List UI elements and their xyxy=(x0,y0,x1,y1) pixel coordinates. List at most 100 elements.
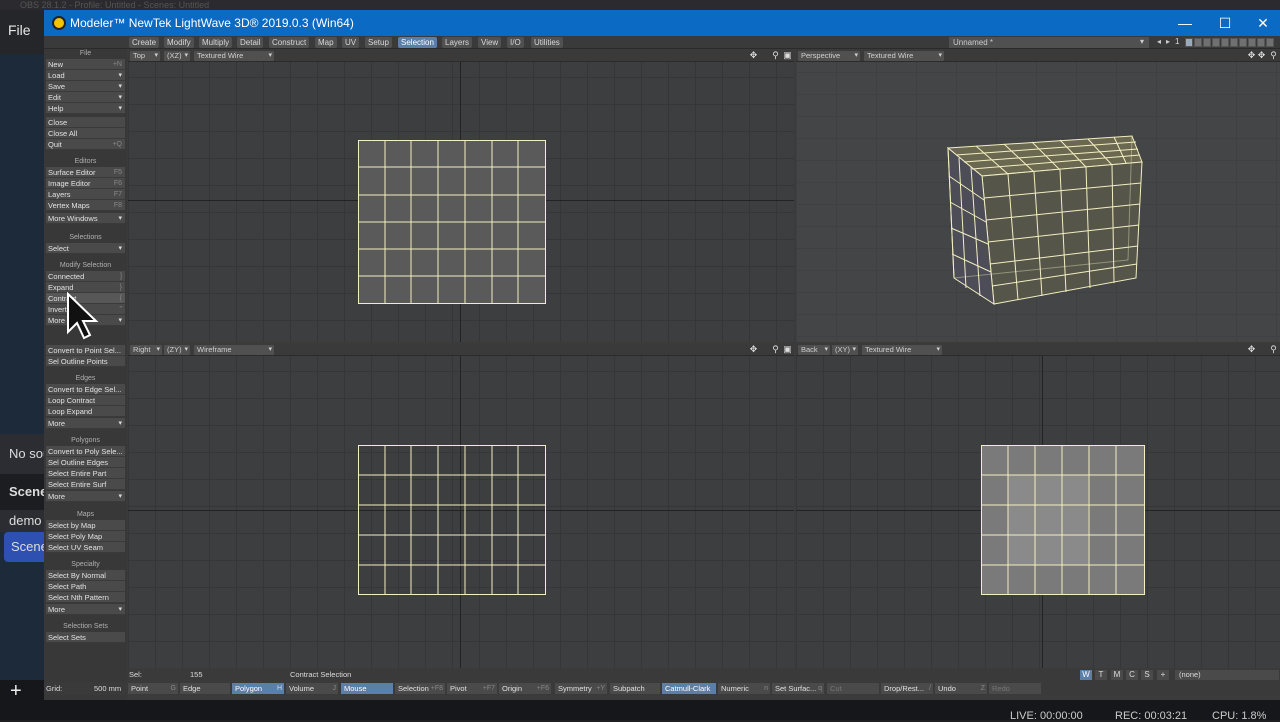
toolbar-item-convert-to-edge-sel[interactable]: Convert to Edge Sel... xyxy=(46,384,125,395)
render-mode-dropdown[interactable]: Wireframe xyxy=(194,345,274,355)
polygon-mode-button[interactable]: Polygon H xyxy=(232,683,284,694)
set-surface-button[interactable]: Set Surfac... q xyxy=(772,683,824,694)
surface-dropdown[interactable]: (none) xyxy=(1175,670,1279,680)
toolbar-item-select-entire-part[interactable]: Select Entire Part xyxy=(46,468,125,479)
wtmcs-t-button[interactable]: T xyxy=(1095,670,1107,680)
layer-prev-icon[interactable]: ◂ xyxy=(1157,37,1161,46)
catmull-clark-dropdown[interactable]: Catmull-Clark xyxy=(662,683,716,694)
toolbar-item-select-by-normal[interactable]: Select By Normal xyxy=(46,570,125,581)
layer-box-1[interactable] xyxy=(1185,38,1193,47)
zoom-icon[interactable]: ⚲ xyxy=(770,50,781,61)
view-type-dropdown[interactable]: Back xyxy=(798,345,830,355)
layer-box-6[interactable] xyxy=(1230,38,1238,47)
tab-multiply[interactable]: Multiply xyxy=(199,37,233,48)
layer-box-10[interactable] xyxy=(1266,38,1274,47)
toolbar-item-help[interactable]: Help ▾ xyxy=(46,103,125,114)
maximize-viewport-icon[interactable]: ▣ xyxy=(782,50,793,61)
layer-box-4[interactable] xyxy=(1212,38,1220,47)
toolbar-item-close[interactable]: Close xyxy=(46,117,125,128)
toolbar-item-surface-editor[interactable]: Surface Editor F5 xyxy=(46,167,125,178)
tab-selection[interactable]: Selection xyxy=(398,37,437,48)
symmetry-button[interactable]: Symmetry +Y xyxy=(555,683,607,694)
wtmcs-s-button[interactable]: S xyxy=(1141,670,1153,680)
zoom-icon[interactable]: ⚲ xyxy=(770,344,781,355)
toolbar-item-quit[interactable]: Quit +Q xyxy=(46,139,125,150)
render-mode-dropdown[interactable]: Textured Wire xyxy=(864,51,944,61)
close-button[interactable]: ✕ xyxy=(1240,10,1280,36)
zoom-icon[interactable]: ⚲ xyxy=(1268,344,1279,355)
move-view-icon[interactable]: ✥ xyxy=(748,50,759,61)
toolbar-item-convert-to-point-sel[interactable]: Convert to Point Sel... xyxy=(46,345,125,356)
toolbar-item-select-poly-map[interactable]: Select Poly Map xyxy=(46,531,125,542)
obs-scene-item-selected[interactable]: Scene xyxy=(4,532,48,562)
rotate-view-icon[interactable]: ✥ xyxy=(1256,50,1267,61)
layer-box-3[interactable] xyxy=(1203,38,1211,47)
toolbar-item-close-all[interactable]: Close All xyxy=(46,128,125,139)
toolbar-item-edges-more[interactable]: More ▾ xyxy=(46,418,125,429)
wtmcs-w-button[interactable]: W xyxy=(1080,670,1092,680)
numeric-button[interactable]: Numeric n xyxy=(718,683,770,694)
volume-mode-button[interactable]: Volume J xyxy=(286,683,338,694)
render-mode-dropdown[interactable]: Textured Wire xyxy=(862,345,942,355)
viewport-right[interactable]: Right (ZY) Wireframe ✥ ⚲ ▣ xyxy=(128,344,794,668)
layer-name-dropdown[interactable]: Unnamed * xyxy=(949,37,1149,48)
tab-construct[interactable]: Construct xyxy=(269,37,310,48)
tab-map[interactable]: Map xyxy=(315,37,337,48)
viewport-top[interactable]: Top (XZ) Textured Wire ✥ ⚲ ▣ xyxy=(128,50,794,342)
toolbar-item-connected[interactable]: Connected] xyxy=(46,271,125,282)
toolbar-item-sel-outline-points[interactable]: Sel Outline Points xyxy=(46,356,125,367)
toolbar-item-sel-outline-edges[interactable]: Sel Outline Edges xyxy=(46,457,125,468)
toolbar-item-layers[interactable]: Layers F7 xyxy=(46,189,125,200)
selection-action-button[interactable]: Selection +F8 xyxy=(395,683,445,694)
toolbar-item-loop-contract[interactable]: Loop Contract xyxy=(46,395,125,406)
view-type-dropdown[interactable]: Top xyxy=(130,51,160,61)
toolbar-item-new[interactable]: New +N xyxy=(46,59,125,70)
render-mode-dropdown[interactable]: Textured Wire xyxy=(194,51,274,61)
toolbar-item-select-by-map[interactable]: Select by Map xyxy=(46,520,125,531)
tab-layers[interactable]: Layers xyxy=(442,37,473,48)
toolbar-item-select-path[interactable]: Select Path xyxy=(46,581,125,592)
layer-box-8[interactable] xyxy=(1248,38,1256,47)
redo-button[interactable]: Redo xyxy=(989,683,1041,694)
origin-action-button[interactable]: Origin +F6 xyxy=(499,683,551,694)
toolbar-item-specialty-more[interactable]: More ▾ xyxy=(46,604,125,615)
toolbar-item-edit[interactable]: Edit ▾ xyxy=(46,92,125,103)
undo-button[interactable]: Undo Z xyxy=(935,683,987,694)
toolbar-item-save[interactable]: Save ▾ xyxy=(46,81,125,92)
toolbar-item-polygons-more[interactable]: More ▾ xyxy=(46,491,125,502)
drop-restore-button[interactable]: Drop/Rest... / xyxy=(881,683,933,694)
tab-setup[interactable]: Setup xyxy=(365,37,392,48)
toolbar-item-select[interactable]: Select ▾ xyxy=(46,243,125,254)
wtmcs-m-button[interactable]: M xyxy=(1111,670,1123,680)
view-axis-dropdown[interactable]: (ZY) xyxy=(164,345,190,355)
toolbar-item-more-windows[interactable]: More Windows ▾ xyxy=(46,213,125,224)
obs-add-icon[interactable]: + xyxy=(10,680,22,703)
subpatch-button[interactable]: Subpatch xyxy=(610,683,660,694)
layer-box-7[interactable] xyxy=(1239,38,1247,47)
cut-button[interactable]: Cut xyxy=(827,683,879,694)
tab-view[interactable]: View xyxy=(478,37,502,48)
tab-detail[interactable]: Detail xyxy=(237,37,264,48)
view-type-dropdown[interactable]: Perspective xyxy=(798,51,860,61)
tab-uv[interactable]: UV xyxy=(342,37,360,48)
view-type-dropdown[interactable]: Right xyxy=(130,345,162,355)
tab-modify[interactable]: Modify xyxy=(164,37,194,48)
layer-box-9[interactable] xyxy=(1257,38,1265,47)
toolbar-item-vertex-maps[interactable]: Vertex Maps F8 xyxy=(46,200,125,211)
view-axis-dropdown[interactable]: (XZ) xyxy=(164,51,190,61)
toolbar-item-select-nth-pattern[interactable]: Select Nth Pattern xyxy=(46,592,125,603)
viewport-back[interactable]: Back (XY) Textured Wire ✥ ⚲ xyxy=(796,344,1280,668)
toolbar-item-loop-expand[interactable]: Loop Expand xyxy=(46,406,125,417)
maximize-viewport-icon[interactable]: ▣ xyxy=(782,344,793,355)
tab-create[interactable]: Create xyxy=(129,37,160,48)
obs-menu-file[interactable]: File xyxy=(8,22,31,38)
viewport-perspective[interactable]: Perspective Textured Wire ✥ ✥ ⚲ xyxy=(796,50,1280,342)
point-mode-button[interactable]: Point G xyxy=(128,683,178,694)
obs-scene-item-demo[interactable]: demo xyxy=(0,510,44,532)
layer-box-2[interactable] xyxy=(1194,38,1202,47)
view-axis-dropdown[interactable]: (XY) xyxy=(832,345,858,355)
toolbar-item-select-entire-surf[interactable]: Select Entire Surf xyxy=(46,479,125,490)
move-view-icon[interactable]: ✥ xyxy=(748,344,759,355)
toolbar-item-select-sets[interactable]: Select Sets xyxy=(46,632,125,643)
wtmcs-plus-button[interactable]: + xyxy=(1157,670,1169,680)
